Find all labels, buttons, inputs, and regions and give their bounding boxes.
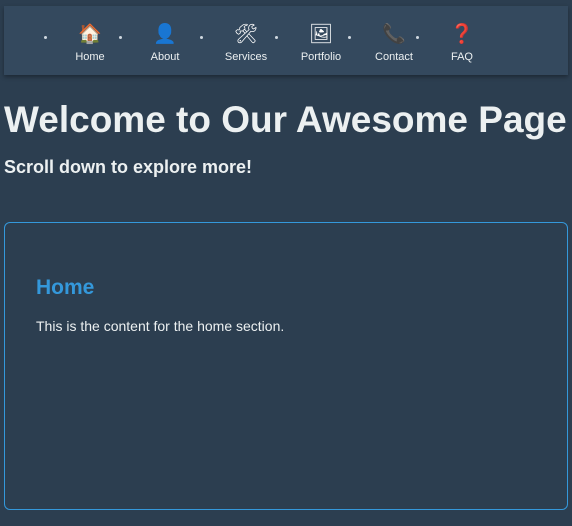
- nav-item-faq[interactable]: ❓ FAQ: [416, 22, 492, 63]
- page-title: Welcome to Our Awesome Page: [4, 99, 567, 140]
- home-section: Home This is the content for the home se…: [4, 222, 568, 510]
- main-navbar: 🏠 Home 👤 About 🛠 Services 🖼 Portfolio 📞 …: [4, 6, 568, 75]
- nav-item-label: Services: [224, 51, 268, 63]
- hammer-and-wrench-icon: 🛠: [233, 23, 259, 45]
- nav-item-contact[interactable]: 📞 Contact: [348, 22, 424, 63]
- page-subtitle: Scroll down to explore more!: [4, 157, 253, 177]
- person-icon: 👤: [153, 23, 177, 45]
- nav-list: 🏠 Home 👤 About 🛠 Services 🖼 Portfolio 📞 …: [4, 6, 568, 75]
- nav-item-portfolio[interactable]: 🖼 Portfolio: [275, 22, 351, 63]
- nav-item-services[interactable]: 🛠 Services: [200, 22, 276, 63]
- nav-item-label: Home: [75, 51, 105, 63]
- nav-item-label: Contact: [375, 51, 413, 63]
- framed-picture-icon: 🖼: [308, 23, 334, 45]
- telephone-icon: 📞: [382, 23, 406, 45]
- nav-item-home[interactable]: 🏠 Home: [44, 22, 120, 63]
- house-icon: 🏠: [78, 23, 102, 45]
- nav-item-label: FAQ: [450, 51, 473, 63]
- nav-item-about[interactable]: 👤 About: [119, 22, 195, 63]
- nav-item-label: About: [150, 51, 180, 63]
- question-mark-icon: ❓: [450, 23, 474, 45]
- section-heading: Home: [36, 276, 95, 299]
- nav-item-label: Portfolio: [300, 51, 342, 63]
- section-text: This is the content for the home section…: [36, 318, 285, 334]
